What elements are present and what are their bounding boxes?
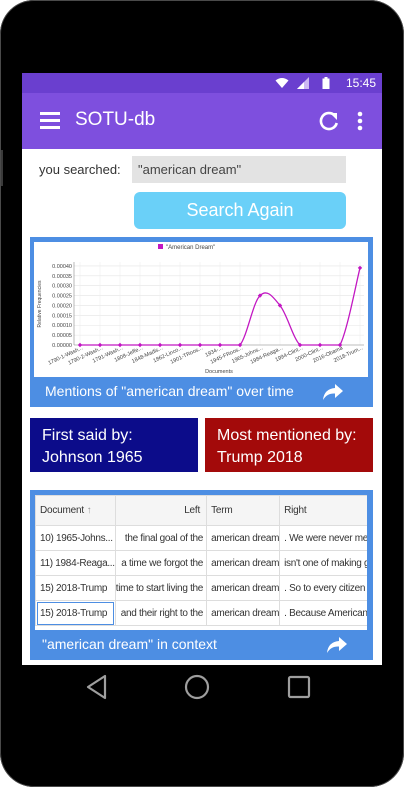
wifi-icon — [275, 78, 289, 88]
table-row[interactable]: 11) 1984-Reaga... a time we forgot the a… — [35, 550, 367, 576]
cell-document: 15) 2018-Trump — [35, 600, 116, 626]
cell-left: a time we forgot the — [114, 550, 208, 576]
cell-document: 15) 2018-Trump — [35, 575, 116, 601]
cell-left: time to start living the — [114, 575, 208, 601]
chart-card: "American Dream" 0.00000 0.00005 0.00010 0.0… — [30, 237, 373, 407]
column-header-left[interactable]: Left — [114, 495, 208, 526]
table-row[interactable]: 10) 1965-Johns... the final goal of the … — [35, 525, 367, 551]
legend-label: "American Dream" — [166, 245, 215, 251]
context-table-card: Document ↑ Left Term Right 10) 1965-John… — [30, 490, 373, 660]
share-icon[interactable] — [326, 636, 348, 654]
cell-right: . Because Americans are dreamers too — [279, 600, 367, 626]
volume-button — [0, 150, 3, 186]
frequency-line-chart: "American Dream" 0.00000 0.00005 0.00010 0.0… — [37, 244, 364, 375]
cell-left: and their right to the — [114, 600, 208, 626]
first-said-box: First said by: Johnson 1965 — [30, 418, 198, 472]
table-caption: "american dream" in context — [42, 636, 217, 652]
y-tick-label: 0.00020 — [52, 303, 72, 309]
most-mentioned-label: Most mentioned by: — [217, 427, 357, 444]
y-tick-label: 0.00000 — [52, 343, 72, 349]
table-header-row: Document ↑ Left Term Right — [35, 495, 367, 526]
app-screen: 15:45 SOTU-db you searched: Search Again — [22, 73, 382, 665]
app-bar: SOTU-db — [22, 93, 382, 149]
sort-asc-icon: ↑ — [86, 505, 92, 516]
cell-right: . We were never meant to — [279, 525, 367, 551]
status-time: 15:45 — [345, 76, 376, 90]
home-icon[interactable] — [184, 674, 210, 700]
refresh-icon[interactable] — [317, 109, 341, 133]
column-header-document[interactable]: Document ↑ — [35, 495, 116, 526]
app-title: SOTU-db — [75, 109, 156, 130]
first-said-value: Johnson 1965 — [42, 449, 143, 466]
most-mentioned-value: Trump 2018 — [217, 449, 303, 466]
search-input[interactable] — [132, 156, 346, 183]
cell-term: american dream — [206, 550, 281, 576]
y-tick-label: 0.00010 — [52, 323, 72, 329]
cell-term: american dream — [206, 575, 281, 601]
cell-document: 11) 1984-Reaga... — [35, 550, 116, 576]
first-said-label: First said by: — [42, 427, 133, 444]
signal-icon — [297, 77, 309, 89]
x-axis-title: Documents — [205, 369, 233, 375]
y-tick-label: 0.00040 — [52, 264, 72, 270]
search-again-button[interactable]: Search Again — [134, 192, 346, 229]
legend-swatch — [158, 244, 163, 249]
recents-icon[interactable] — [287, 675, 311, 699]
y-tick-label: 0.00005 — [52, 333, 72, 339]
table-row[interactable]: 15) 2018-Trump and their right to the am… — [35, 600, 367, 626]
back-icon[interactable] — [84, 674, 110, 700]
cell-term: american dream — [206, 600, 281, 626]
chart-caption: Mentions of "american dream" over time — [45, 383, 294, 399]
table-container: Document ↑ Left Term Right 10) 1965-John… — [35, 495, 367, 630]
y-tick-label: 0.00015 — [52, 313, 72, 319]
column-header-term[interactable]: Term — [206, 495, 281, 526]
chart-container: "American Dream" 0.00000 0.00005 0.00010 0.0… — [34, 242, 368, 377]
y-tick-label: 0.00035 — [52, 274, 72, 280]
y-axis-title: Relative Frequencies — [37, 280, 43, 327]
status-bar: 15:45 — [22, 73, 382, 93]
cell-right: . So to every citizen watching — [279, 575, 367, 601]
more-vert-icon[interactable] — [352, 109, 368, 133]
cell-right: isn't one of making government — [279, 550, 367, 576]
column-header-right[interactable]: Right — [279, 495, 367, 526]
data-point — [357, 265, 363, 271]
system-nav-bar — [0, 655, 404, 719]
table-row[interactable]: 15) 2018-Trump time to start living the … — [35, 575, 367, 601]
battery-icon — [322, 77, 330, 89]
phone-frame: 15:45 SOTU-db you searched: Search Again — [0, 0, 404, 787]
share-icon[interactable] — [322, 383, 344, 401]
hamburger-menu-icon[interactable] — [40, 112, 62, 130]
y-tick-label: 0.00030 — [52, 284, 72, 290]
most-mentioned-box: Most mentioned by: Trump 2018 — [205, 418, 373, 472]
context-table: Document ↑ Left Term Right 10) 1965-John… — [35, 495, 367, 626]
search-label: you searched: — [39, 162, 121, 177]
cell-term: american dream — [206, 525, 281, 551]
y-tick-label: 0.00025 — [52, 294, 72, 300]
cell-document: 10) 1965-Johns... — [35, 525, 116, 551]
cell-left: the final goal of the — [114, 525, 208, 551]
